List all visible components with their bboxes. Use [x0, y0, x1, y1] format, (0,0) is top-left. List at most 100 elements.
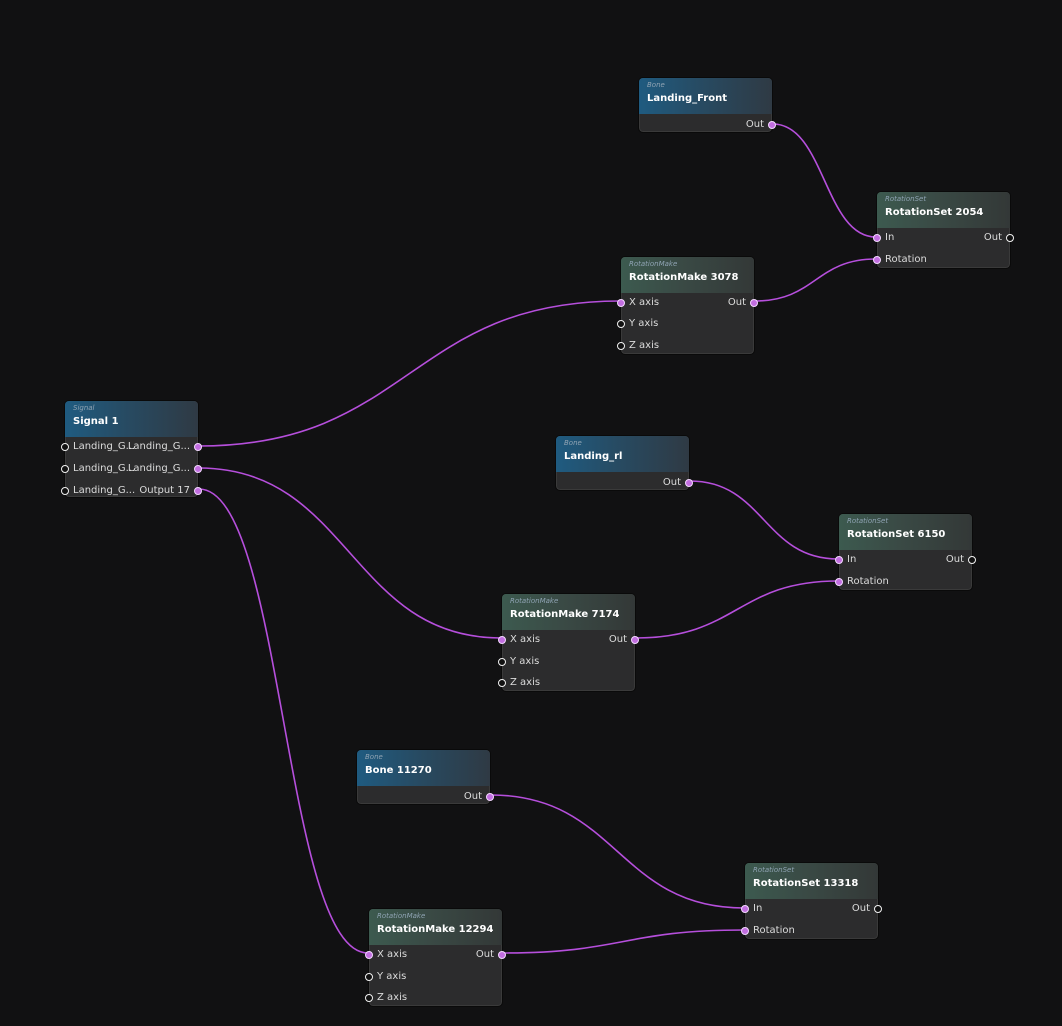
node-header[interactable]: RotationMake RotationMake 3078 — [621, 257, 754, 293]
wire — [689, 480, 839, 560]
port-socket[interactable] — [365, 951, 373, 959]
node-rotationset-13318[interactable]: RotationSet RotationSet 13318 In Out Rot… — [741, 862, 882, 940]
port-y-axis: Y axis — [498, 655, 540, 669]
port-socket[interactable] — [194, 487, 202, 495]
port-socket[interactable] — [741, 927, 749, 935]
port-in-2: Landing_G... — [61, 462, 136, 476]
port-socket[interactable] — [61, 443, 69, 451]
port-z-axis: Z axis — [365, 991, 408, 1005]
wire — [198, 300, 621, 447]
port-socket[interactable] — [835, 578, 843, 586]
port-label: Out — [945, 554, 964, 565]
port-label: Output 17 — [139, 485, 190, 496]
node-header[interactable]: RotationSet RotationSet 6150 — [839, 514, 972, 550]
node-title: RotationSet 2054 — [885, 207, 984, 218]
node-type-label: RotationSet — [847, 517, 889, 525]
port-socket[interactable] — [1006, 234, 1014, 242]
port-y-axis: Y axis — [617, 317, 659, 331]
port-socket[interactable] — [874, 905, 882, 913]
port-socket[interactable] — [631, 636, 639, 644]
port-out: Out — [745, 118, 776, 132]
port-socket[interactable] — [194, 465, 202, 473]
node-header[interactable]: Signal Signal 1 — [65, 401, 198, 437]
node-title: Landing_Front — [647, 93, 727, 104]
port-out-2: Landing_G... — [127, 462, 202, 476]
port-socket[interactable] — [61, 487, 69, 495]
port-label: Out — [727, 297, 746, 308]
port-label: Out — [745, 119, 764, 130]
port-socket[interactable] — [498, 679, 506, 687]
node-header[interactable]: Bone Bone 11270 — [357, 750, 490, 786]
node-type-label: Bone — [647, 81, 665, 89]
port-socket[interactable] — [617, 342, 625, 350]
port-socket[interactable] — [617, 320, 625, 328]
port-socket[interactable] — [741, 905, 749, 913]
port-label: Out — [662, 477, 681, 488]
port-label: X axis — [377, 949, 408, 960]
node-type-label: RotationMake — [629, 260, 678, 268]
port-in-1: Landing_G... — [61, 440, 135, 454]
port-socket[interactable] — [498, 951, 506, 959]
node-landing-front[interactable]: Bone Landing_Front Out — [638, 77, 776, 133]
wire — [754, 258, 877, 302]
port-label: Rotation — [847, 576, 889, 587]
node-landing-rl[interactable]: Bone Landing_rl Out — [555, 435, 693, 491]
node-header[interactable]: RotationMake RotationMake 12294 — [369, 909, 502, 945]
node-type-label: RotationSet — [885, 195, 927, 203]
node-title: RotationMake 3078 — [629, 272, 739, 283]
node-bone-11270[interactable]: Bone Bone 11270 Out — [356, 749, 494, 805]
node-header[interactable]: Bone Landing_Front — [639, 78, 772, 114]
port-rotation: Rotation — [741, 924, 795, 938]
node-rotationmake-3078[interactable]: RotationMake RotationMake 3078 X axis Ou… — [617, 256, 758, 355]
port-x-axis: X axis — [498, 633, 540, 647]
node-title: RotationSet 13318 — [753, 878, 859, 889]
port-socket[interactable] — [750, 299, 758, 307]
port-socket[interactable] — [968, 556, 976, 564]
port-socket[interactable] — [768, 121, 776, 129]
port-label: Landing_G... — [127, 463, 190, 474]
port-y-axis: Y axis — [365, 970, 406, 984]
node-title: Landing_rl — [564, 451, 623, 462]
port-socket[interactable] — [365, 994, 373, 1002]
node-rotationmake-7174[interactable]: RotationMake RotationMake 7174 X axis Ou… — [498, 593, 639, 692]
node-header[interactable]: RotationSet RotationSet 13318 — [745, 863, 878, 899]
port-out: Out — [727, 296, 758, 310]
port-label: Landing_G... — [73, 463, 136, 474]
port-socket[interactable] — [835, 556, 843, 564]
port-socket[interactable] — [498, 636, 506, 644]
node-header[interactable]: RotationMake RotationMake 7174 — [502, 594, 635, 630]
node-header[interactable]: RotationSet RotationSet 2054 — [877, 192, 1010, 228]
node-signal-1[interactable]: Signal Signal 1 Landing_G... Landing_G..… — [61, 400, 202, 498]
port-in: In — [741, 902, 763, 916]
wire — [198, 488, 369, 954]
port-socket[interactable] — [486, 793, 494, 801]
node-type-label: Signal — [73, 404, 95, 412]
port-label: Z axis — [377, 992, 408, 1003]
node-rotationmake-12294[interactable]: RotationMake RotationMake 12294 X axis O… — [365, 908, 506, 1007]
port-label: Rotation — [885, 254, 927, 265]
port-socket[interactable] — [365, 973, 373, 981]
node-type-label: Bone — [365, 753, 383, 761]
port-out: Out — [476, 948, 506, 962]
port-socket[interactable] — [617, 299, 625, 307]
node-header[interactable]: Bone Landing_rl — [556, 436, 689, 472]
node-rotationset-6150[interactable]: RotationSet RotationSet 6150 In Out Rota… — [835, 513, 976, 591]
port-x-axis: X axis — [365, 948, 408, 962]
port-rotation: Rotation — [873, 253, 927, 267]
node-title: RotationMake 12294 — [377, 924, 494, 935]
port-socket[interactable] — [194, 443, 202, 451]
port-socket[interactable] — [685, 479, 693, 487]
port-z-axis: Z axis — [498, 676, 540, 690]
port-in-3: Landing_G... — [61, 484, 136, 498]
port-label: Y axis — [629, 318, 659, 329]
port-out: Out — [662, 476, 693, 490]
node-rotationset-2054[interactable]: RotationSet RotationSet 2054 In Out Rota… — [873, 191, 1014, 269]
port-socket[interactable] — [873, 234, 881, 242]
port-socket[interactable] — [498, 658, 506, 666]
port-label: In — [753, 903, 763, 914]
port-socket[interactable] — [873, 256, 881, 264]
port-label: Landing_G... — [73, 485, 136, 496]
port-out: Out — [984, 231, 1014, 245]
port-label: Y axis — [510, 656, 540, 667]
port-socket[interactable] — [61, 465, 69, 473]
